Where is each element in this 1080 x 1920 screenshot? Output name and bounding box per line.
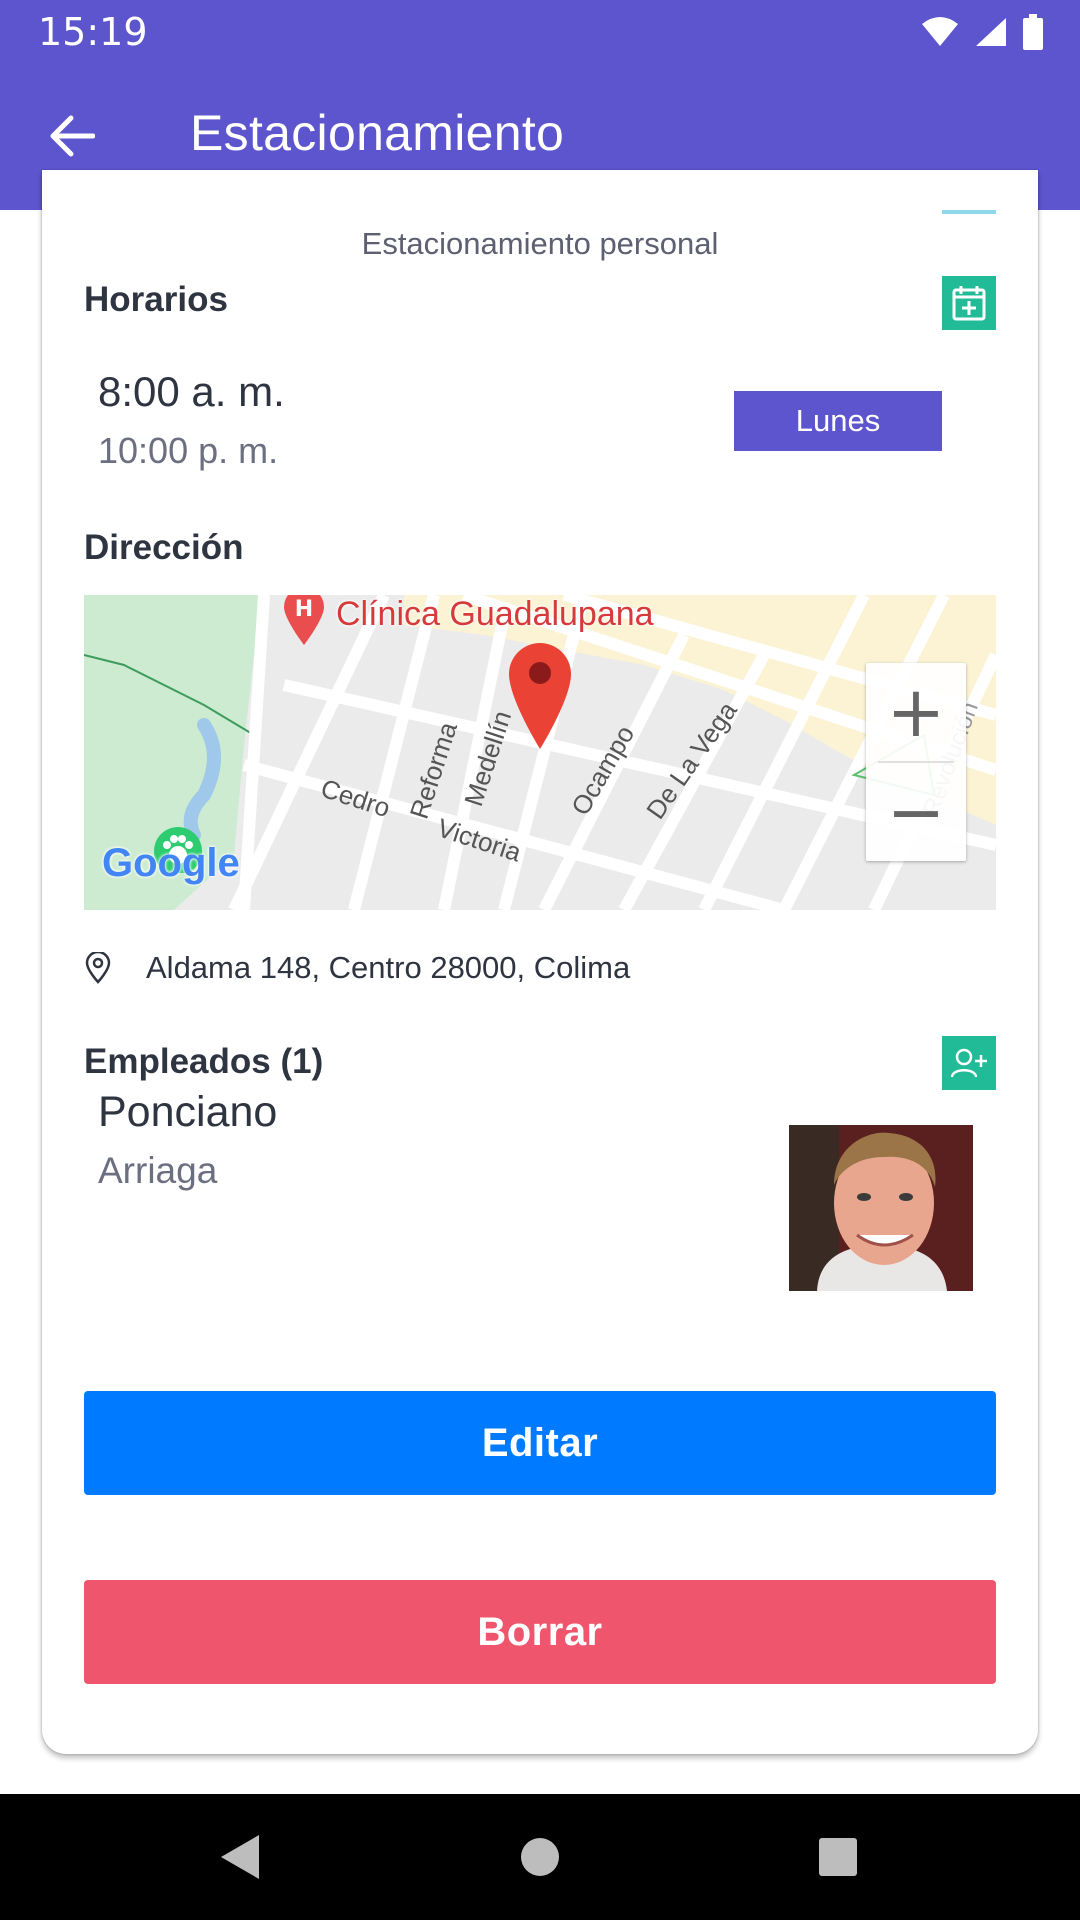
person-add-icon [950,1048,987,1078]
schedule-title: Horarios [84,280,228,319]
parking-detail-card: Estacionamiento personal Horarios 8:00 a… [42,170,1038,1754]
triangle-back-icon [221,1835,259,1879]
avatar-photo [789,1125,973,1291]
signal-icon [976,18,1006,46]
zoom-controls: + − [866,663,966,861]
status-bar: 15:19 [0,0,1080,64]
hospital-pin-icon: H [284,595,324,645]
map-view[interactable]: H Clínica Guadalupana Cedro Reforma Mede… [84,595,996,910]
system-navigation-bar [0,1794,1080,1920]
scroll-hint [942,210,996,214]
svg-text:H: H [295,597,313,622]
status-icons [920,14,1044,50]
back-button[interactable] [36,100,108,172]
add-employee-button[interactable] [942,1036,996,1090]
nav-home-button[interactable] [505,1822,575,1892]
day-badge[interactable]: Lunes [734,391,942,451]
calendar-plus-icon [952,286,986,321]
zoom-out-button[interactable]: − [866,763,966,861]
parking-type: Estacionamiento personal [361,226,719,261]
page-title: Estacionamiento [190,105,565,161]
map-place-label: Clínica Guadalupana [336,595,654,633]
wifi-icon [922,17,958,46]
delete-button[interactable]: Borrar [84,1580,996,1684]
square-recents-icon [819,1838,857,1876]
nav-back-button[interactable] [204,1822,274,1892]
address-title: Dirección [84,528,244,567]
employee-avatar[interactable] [789,1125,973,1291]
address-text: Aldama 148, Centro 28000, Colima [146,950,631,985]
zoom-in-button[interactable]: + [866,663,966,761]
google-logo: Google [102,841,240,885]
nav-recents-button[interactable] [803,1822,873,1892]
close-time: 10:00 p. m. [98,430,279,471]
edit-button[interactable]: Editar [84,1391,996,1495]
location-pin-icon [85,952,111,984]
employee-last-name: Arriaga [98,1150,218,1191]
circle-home-icon [521,1838,559,1876]
employee-first-name: Ponciano [98,1088,278,1136]
battery-icon [1023,14,1043,50]
arrow-left-icon [50,115,95,157]
status-time: 15:19 [38,10,148,54]
open-time: 8:00 a. m. [98,368,285,415]
address-row: Aldama 148, Centro 28000, Colima [84,950,630,986]
add-schedule-button[interactable] [942,276,996,330]
map-marker-icon [509,643,571,749]
employees-title: Empleados (1) [84,1042,324,1081]
